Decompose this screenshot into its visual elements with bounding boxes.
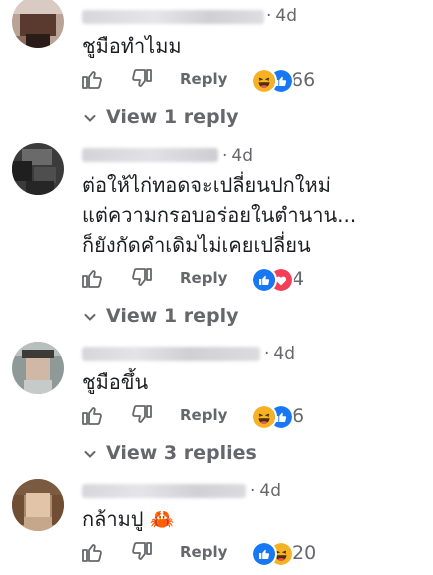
reaction-count: 20 (292, 542, 317, 564)
reply-button[interactable]: Reply (180, 543, 227, 561)
comment-timestamp[interactable]: · 4d (222, 146, 253, 166)
comment-text: ต่อให้ไก่ทอดจะเปลี่ยนปกใหม่ แต่ความกรอบอ… (82, 173, 357, 257)
comment-text: ชูมือทำไมม (82, 34, 182, 58)
like-icon[interactable] (80, 403, 104, 427)
comment-text: ชูมือขึ้น (82, 370, 149, 394)
view-replies-label: View 3 replies (106, 442, 257, 464)
dislike-icon[interactable] (130, 403, 154, 427)
author-name-redacted[interactable] (82, 347, 260, 361)
reply-button[interactable]: Reply (180, 406, 227, 424)
chevron-down-icon (84, 450, 96, 458)
comment-actions: Reply 6 (80, 403, 420, 430)
like-icon[interactable] (80, 540, 104, 564)
comment-timestamp[interactable]: · 4d (264, 344, 295, 364)
like-icon[interactable] (80, 67, 104, 91)
comment-actions: Reply 4 (80, 266, 420, 293)
author-name-redacted[interactable] (82, 484, 246, 498)
reaction-count: 66 (291, 69, 316, 91)
avatar[interactable] (12, 479, 64, 531)
haha-icon (251, 68, 277, 94)
view-replies-button[interactable]: View 3 replies (82, 442, 257, 464)
dislike-icon[interactable] (130, 540, 154, 564)
dislike-icon[interactable] (130, 266, 154, 290)
chevron-down-icon (84, 313, 96, 321)
avatar[interactable] (12, 342, 64, 394)
haha-icon (251, 404, 277, 430)
like-icon (251, 267, 277, 293)
comment-actions: Reply 20 (80, 540, 420, 567)
comment-text: กล้ามปู 🦀 (82, 507, 175, 531)
reply-button[interactable]: Reply (180, 269, 227, 287)
chevron-down-icon (84, 114, 96, 122)
view-replies-label: View 1 reply (106, 305, 239, 327)
view-replies-button[interactable]: View 1 reply (82, 106, 239, 128)
comment-actions: Reply 66 (80, 67, 420, 94)
view-replies-label: View 1 reply (106, 106, 239, 128)
like-icon (251, 541, 277, 567)
avatar[interactable] (12, 143, 64, 195)
avatar[interactable] (12, 0, 64, 48)
like-icon[interactable] (80, 266, 104, 290)
author-name-redacted[interactable] (82, 148, 218, 162)
dislike-icon[interactable] (130, 67, 154, 91)
reply-button[interactable]: Reply (180, 70, 227, 88)
author-name-redacted[interactable] (82, 10, 264, 24)
view-replies-button[interactable]: View 1 reply (82, 305, 239, 327)
comment-timestamp[interactable]: · 4d (266, 6, 297, 26)
comment-timestamp[interactable]: · 4d (250, 481, 281, 501)
